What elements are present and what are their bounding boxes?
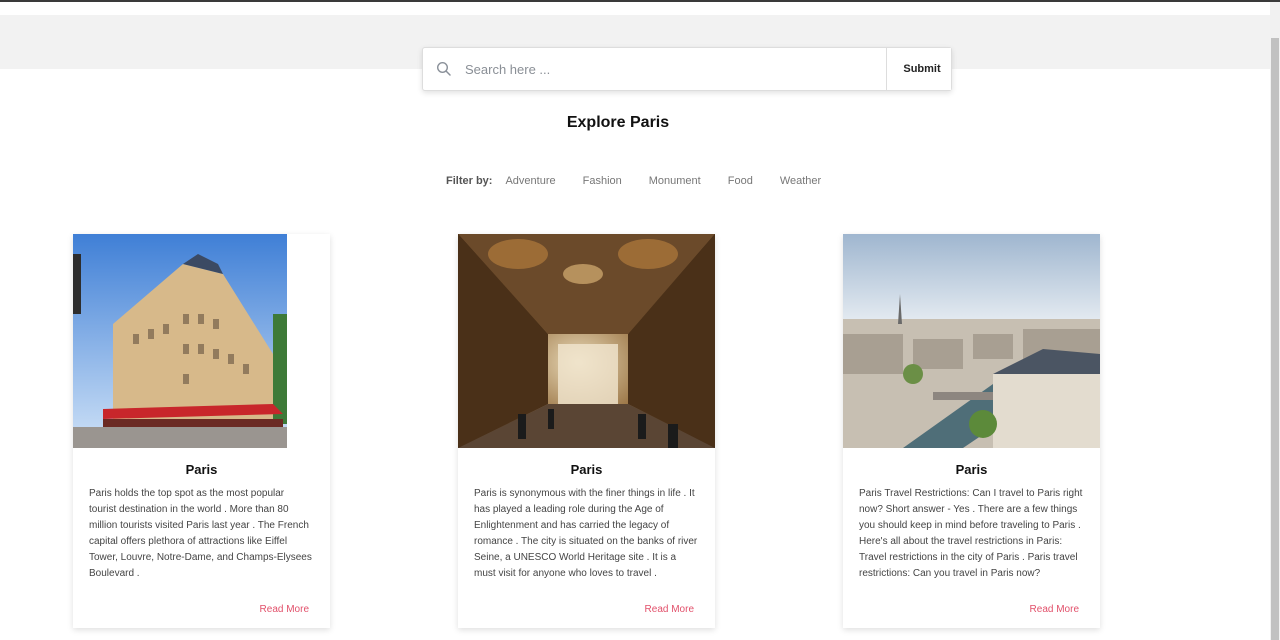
- card-title: Paris: [570, 462, 603, 477]
- paris-skyline-eiffel-photo: [843, 234, 1100, 448]
- filter-option-weather[interactable]: Weather: [780, 175, 821, 187]
- filter-option-food[interactable]: Food: [728, 175, 753, 187]
- destination-card: Paris Paris holds the top spot as the mo…: [73, 234, 330, 628]
- scrollbar[interactable]: [1270, 2, 1280, 640]
- search-icon: [423, 48, 465, 90]
- search-bar: Submit: [422, 47, 952, 91]
- filter-label: Filter by:: [446, 175, 493, 187]
- destination-card: Paris Paris Travel Restrictions: Can I t…: [843, 234, 1100, 628]
- card-title: Paris: [185, 462, 218, 477]
- top-border: [0, 0, 1280, 2]
- destination-card: Paris Paris is synonymous with the finer…: [458, 234, 715, 628]
- filter-option-monument[interactable]: Monument: [649, 175, 701, 187]
- paris-street-building-photo: [73, 234, 330, 448]
- read-more-link[interactable]: Read More: [645, 604, 694, 615]
- scrollbar-thumb[interactable]: [1271, 38, 1279, 640]
- palace-gallery-hall-photo: [458, 234, 715, 448]
- card-description: Paris Travel Restrictions: Can I travel …: [859, 488, 1083, 579]
- search-input[interactable]: [465, 49, 886, 89]
- read-more-link[interactable]: Read More: [260, 604, 309, 615]
- filter-bar: Filter by: Adventure Fashion Monument Fo…: [446, 175, 848, 187]
- page-title: Explore Paris: [566, 114, 670, 131]
- card-description: Paris is synonymous with the finer thing…: [474, 488, 698, 579]
- filter-option-fashion[interactable]: Fashion: [583, 175, 622, 187]
- filter-option-adventure[interactable]: Adventure: [505, 175, 555, 187]
- submit-button[interactable]: Submit: [886, 48, 951, 90]
- card-title: Paris: [955, 462, 988, 477]
- read-more-link[interactable]: Read More: [1030, 604, 1079, 615]
- card-description: Paris holds the top spot as the most pop…: [89, 488, 312, 579]
